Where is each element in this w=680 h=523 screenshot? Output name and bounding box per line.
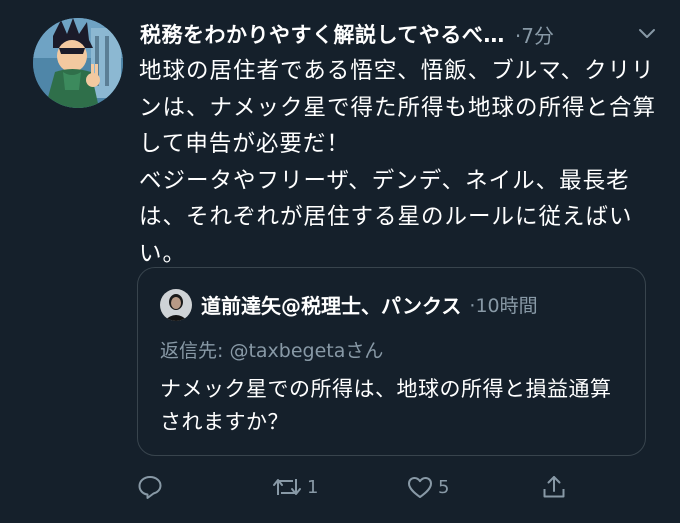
retweet-button[interactable]: 1 (271, 470, 318, 504)
action-bar: 1 5 (136, 470, 576, 504)
reply-button[interactable] (136, 470, 168, 504)
retweet-icon (273, 479, 301, 495)
tweet-text: 地球の居住者である悟空、悟飯、ブルマ、クリリンは、ナメック星で得た所得も地球の所… (139, 58, 657, 267)
tweet[interactable]: 税務をわかりやすく解説してやるべ… ·7分 地球の居住者である悟空、悟飯、ブルマ… (0, 0, 680, 523)
quoted-text: ナメック星での所得は、地球の所得と損益通算されますか？ (160, 377, 612, 434)
share-icon (543, 476, 565, 498)
avatar[interactable] (33, 18, 123, 108)
quoted-timestamp: ·10時間 (469, 294, 538, 317)
quoted-display-name[interactable]: 道前達矢@税理士、パンクス (201, 290, 461, 319)
heart-icon (408, 477, 432, 498)
retweet-count: 1 (307, 476, 319, 498)
quoted-avatar[interactable] (160, 289, 192, 321)
share-button[interactable] (540, 470, 572, 504)
reply-to-label: 返信先: @taxbegetaさん (160, 340, 384, 362)
quoted-tweet[interactable]: 道前達矢@税理士、パンクス ·10時間 返信先: @taxbegetaさん ナメ… (137, 267, 646, 456)
quoted-header: 道前達矢@税理士、パンクス ·10時間 (201, 288, 538, 320)
tweet-header: 税務をわかりやすく解説してやるべ… ·7分 (140, 17, 660, 51)
reply-icon (138, 476, 162, 499)
display-name[interactable]: 税務をわかりやすく解説してやるべ… (140, 19, 505, 49)
like-count: 5 (438, 476, 450, 498)
timestamp[interactable]: ·7分 (515, 20, 554, 49)
like-button[interactable]: 5 (406, 470, 449, 504)
chevron-down-icon[interactable] (634, 23, 660, 45)
